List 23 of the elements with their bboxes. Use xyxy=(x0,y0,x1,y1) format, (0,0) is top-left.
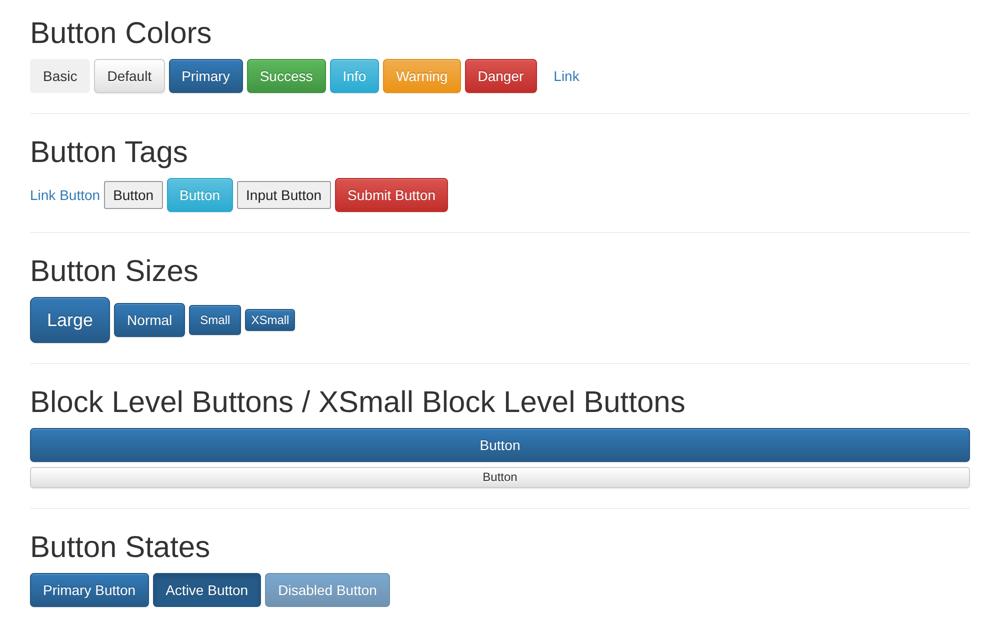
plain-button[interactable]: Button xyxy=(104,181,163,209)
plain-button[interactable]: Input Button xyxy=(237,181,331,209)
primary-button[interactable]: Primary Button xyxy=(30,573,149,607)
large-button[interactable]: Large xyxy=(30,297,110,343)
danger-button[interactable]: Danger xyxy=(464,59,537,93)
danger-button[interactable]: Submit Button xyxy=(334,178,448,212)
section-heading: Button Tags xyxy=(30,136,189,169)
section-heading: Button States xyxy=(30,531,212,564)
primary-button[interactable]: Button xyxy=(30,428,970,462)
default-button[interactable]: Default xyxy=(94,59,165,93)
basic-button[interactable]: Basic xyxy=(30,59,90,93)
section-heading: Block Level Buttons / XSmall Block Level Buttons xyxy=(30,386,686,419)
text-link[interactable]: Link Button xyxy=(30,185,100,205)
link-button[interactable]: Link xyxy=(540,59,592,93)
primary-button[interactable]: Normal xyxy=(114,303,186,337)
small-button[interactable]: Small xyxy=(189,305,242,335)
section-heading: Button Sizes xyxy=(30,255,200,288)
xsmall-button[interactable]: XSmall xyxy=(245,309,296,331)
section-heading: Button Colors xyxy=(30,17,213,50)
default-button[interactable]: Button xyxy=(30,467,970,488)
primary-button[interactable]: Primary xyxy=(168,59,243,93)
primary-button[interactable]: Active Button xyxy=(152,573,262,607)
success-button[interactable]: Success xyxy=(246,59,326,93)
